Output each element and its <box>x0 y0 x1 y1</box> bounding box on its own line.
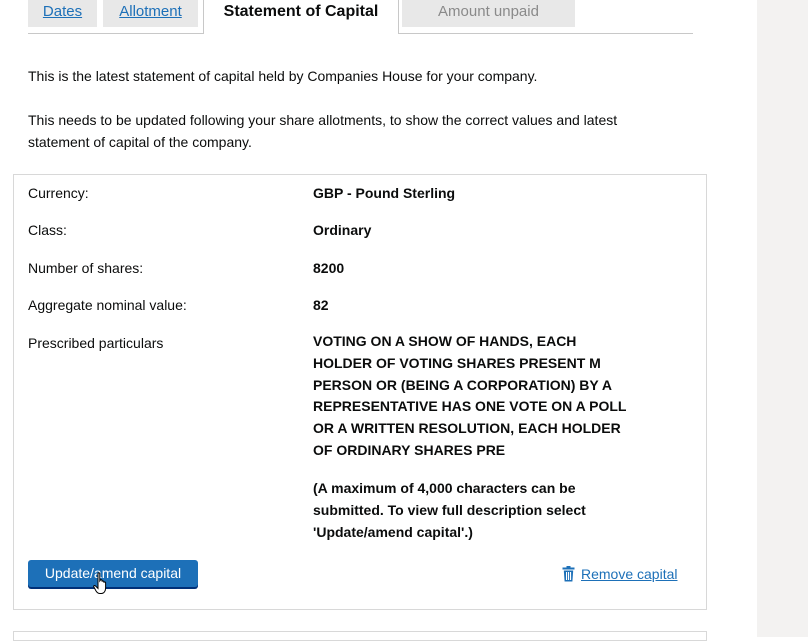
currency-label: Currency: <box>28 185 89 201</box>
currency-value: GBP - Pound Sterling <box>313 185 456 201</box>
note-line: (A maximum of 4,000 characters can be <box>313 480 576 496</box>
next-panel-edge <box>13 631 707 641</box>
particulars-line: VOTING ON A SHOW OF HANDS, EACH <box>313 333 577 349</box>
intro-text-update-line1: This needs to be updated following your … <box>28 112 618 128</box>
note-line: 'Update/amend capital'.) <box>313 523 473 540</box>
prescribed-particulars-value: VOTING ON A SHOW OF HANDS, EACH HOLDER O… <box>313 331 653 462</box>
particulars-line: OR A WRITTEN RESOLUTION, EACH HOLDER <box>313 420 621 437</box>
aggregate-nominal-label: Aggregate nominal value: <box>28 297 187 313</box>
tab-statement-of-capital[interactable]: Statement of Capital <box>203 0 399 34</box>
remove-capital-link[interactable]: Remove capital <box>562 564 678 584</box>
prescribed-particulars-label: Prescribed particulars <box>28 335 164 351</box>
trash-icon <box>562 566 575 582</box>
tab-allotment[interactable]: Allotment <box>103 0 198 27</box>
tab-amount-unpaid[interactable]: Amount unpaid <box>402 0 575 27</box>
character-limit-note: (A maximum of 4,000 characters can be su… <box>313 478 613 543</box>
note-line: submitted. To view full description sele… <box>313 501 586 518</box>
particulars-line: REPRESENTATIVE HAS ONE VOTE ON A POLL <box>313 398 627 415</box>
tab-dates[interactable]: Dates <box>28 0 97 27</box>
particulars-line: OF ORDINARY SHARES PRE <box>313 441 506 458</box>
update-amend-capital-button[interactable]: Update/amend capital <box>28 560 198 587</box>
intro-text-latest: This is the latest statement of capital … <box>28 68 538 84</box>
aggregate-nominal-value: 82 <box>313 297 329 313</box>
number-of-shares-value: 8200 <box>313 260 345 276</box>
hand-cursor-icon <box>93 572 107 594</box>
tab-bar: Dates Allotment Statement of Capital Amo… <box>28 0 693 34</box>
particulars-line: PERSON OR (BEING A CORPORATION) BY A <box>313 376 612 393</box>
particulars-line: HOLDER OF VOTING SHARES PRESENT M <box>313 354 601 371</box>
class-label: Class: <box>28 222 67 238</box>
class-value: Ordinary <box>313 222 372 238</box>
number-of-shares-label: Number of shares: <box>28 260 144 276</box>
page-side-strip <box>757 0 808 637</box>
remove-capital-label[interactable]: Remove capital <box>581 566 678 582</box>
intro-text-update-line2: statement of capital of the company. <box>28 134 252 150</box>
